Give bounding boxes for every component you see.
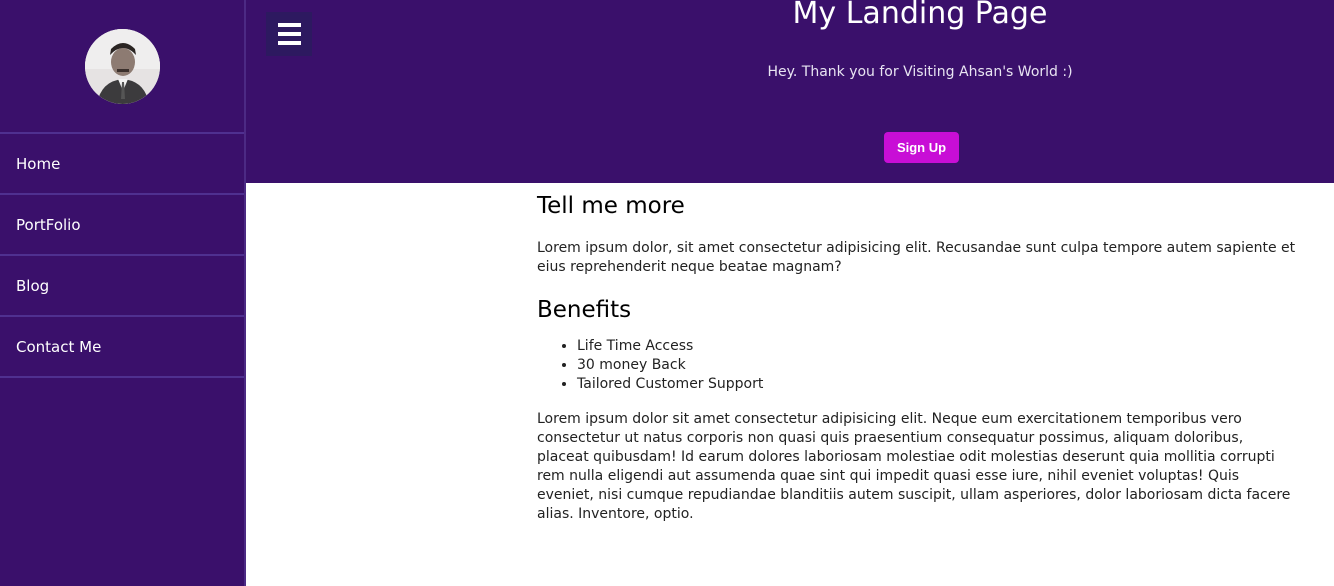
sidebar-item-label: Contact Me <box>16 337 102 356</box>
sidebar: Home PortFolio Blog Contact Me <box>0 0 246 586</box>
section-text: Lorem ipsum dolor, sit amet consectetur … <box>537 240 1296 275</box>
list-item: Tailored Customer Support <box>577 375 1297 394</box>
list-item: 30 money Back <box>577 356 1297 375</box>
sidebar-item-contact[interactable]: Contact Me <box>0 317 244 378</box>
section-text: Lorem ipsum dolor sit amet consectetur a… <box>537 411 1291 522</box>
sidebar-item-label: Home <box>16 154 61 173</box>
page-title: My Landing Page <box>792 0 1048 31</box>
section-heading-tell-me-more: Tell me more <box>537 193 685 219</box>
avatar-container <box>0 0 244 134</box>
avatar[interactable] <box>84 28 160 104</box>
sidebar-item-label: PortFolio <box>16 215 81 234</box>
main-content: Tell me more Lorem ipsum dolor, sit amet… <box>537 183 1297 524</box>
benefits-list: Life Time Access 30 money Back Tailored … <box>537 337 1297 394</box>
sidebar-item-blog[interactable]: Blog <box>0 256 244 317</box>
sidebar-item-portfolio[interactable]: PortFolio <box>0 195 244 256</box>
hero-header: My Landing Page Hey. Thank you for Visit… <box>246 0 1334 183</box>
sidebar-item-home[interactable]: Home <box>0 134 244 195</box>
sidebar-item-label: Blog <box>16 276 50 295</box>
list-item: Life Time Access <box>577 337 1297 356</box>
section-heading-benefits: Benefits <box>537 297 632 323</box>
page-subtitle: Hey. Thank you for Visiting Ahsan's Worl… <box>767 64 1073 80</box>
avatar-image <box>84 28 160 104</box>
sign-up-button[interactable]: Sign Up <box>884 132 959 163</box>
